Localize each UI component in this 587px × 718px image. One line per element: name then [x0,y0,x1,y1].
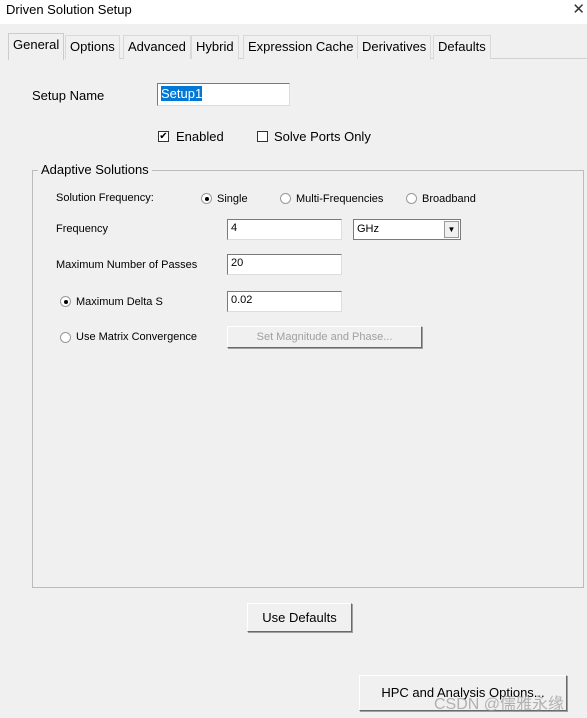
frequency-label: Frequency [56,223,108,235]
frequency-unit-select[interactable]: GHz ▼ [353,219,461,240]
solve-ports-only-label: Solve Ports Only [274,129,371,144]
setup-name-value: Setup1 [161,86,203,101]
set-magnitude-phase-button[interactable]: Set Magnitude and Phase... [227,326,422,348]
broadband-radio[interactable] [406,193,417,204]
broadband-label: Broadband [422,193,476,205]
tab-hybrid[interactable]: Hybrid [191,35,239,59]
solution-frequency-label: Solution Frequency: [56,192,154,204]
adaptive-solutions-title: Adaptive Solutions [38,162,152,177]
watermark: CSDN @儒雅永缘 [434,696,565,713]
setup-name-input[interactable]: Setup1 [157,83,290,106]
max-passes-label: Maximum Number of Passes [56,259,198,271]
window-title: Driven Solution Setup [6,2,132,17]
multi-frequencies-label: Multi-Frequencies [296,193,384,205]
enabled-checkbox[interactable]: ✔ [158,131,169,142]
tab-expression-cache[interactable]: Expression Cache [243,35,359,59]
tab-defaults[interactable]: Defaults [433,35,491,59]
single-label: Single [217,193,248,205]
max-delta-s-label: Maximum Delta S [76,296,163,308]
enabled-label: Enabled [176,129,224,144]
matrix-convergence-radio[interactable] [60,332,71,343]
multi-frequencies-radio[interactable] [280,193,291,204]
tab-options[interactable]: Options [65,35,120,59]
tab-advanced[interactable]: Advanced [123,35,191,59]
tab-general[interactable]: General [8,33,65,60]
max-delta-s-input[interactable]: 0.02 [227,291,342,312]
solve-ports-only-checkbox[interactable] [257,131,268,142]
max-passes-input[interactable]: 20 [227,254,342,275]
use-defaults-button[interactable]: Use Defaults [247,603,352,632]
frequency-input[interactable]: 4 [227,219,342,240]
close-icon[interactable]: ✕ [572,0,585,18]
single-radio[interactable] [201,193,212,204]
tab-derivatives[interactable]: Derivatives [357,35,432,59]
matrix-convergence-label: Use Matrix Convergence [76,331,198,343]
frequency-unit-value: GHz [357,223,379,235]
max-delta-s-radio[interactable] [60,296,71,307]
setup-name-label: Setup Name [32,88,105,103]
chevron-down-icon[interactable]: ▼ [444,221,459,238]
